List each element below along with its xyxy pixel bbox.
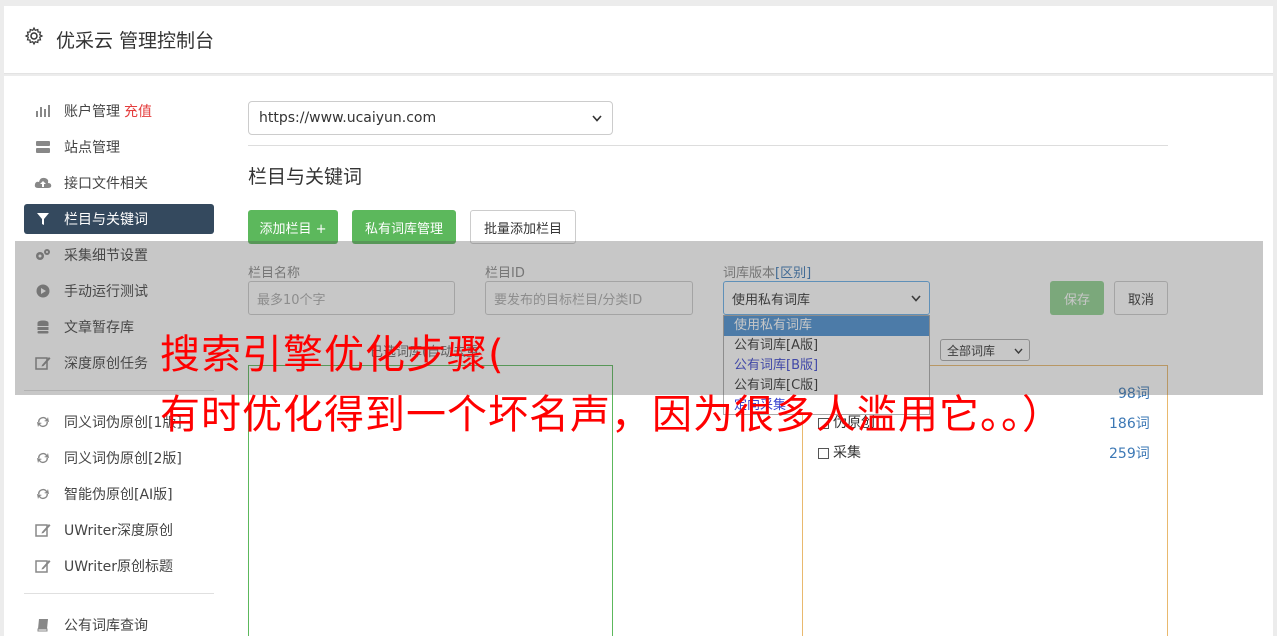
lib-name: 采集: [833, 445, 861, 461]
refresh-icon: [34, 485, 52, 503]
add-column-button[interactable]: 添加栏目 +: [248, 210, 338, 244]
sidebar-divider: [24, 593, 214, 594]
bar-chart-icon: [34, 102, 52, 120]
sidebar-item-label: 公有词库查询: [64, 618, 148, 634]
sidebar-item-label: 智能伪原创[AI版]: [64, 487, 173, 503]
lib-count: 186词: [1109, 416, 1150, 432]
app-title: 优采云 管理控制台: [56, 30, 215, 52]
private-lib-button[interactable]: 私有词库管理: [352, 210, 456, 244]
sidebar-item-label: UWriter原创标题: [64, 559, 173, 575]
sidebar-item-label: 接口文件相关: [64, 176, 148, 192]
sidebar-item-interface[interactable]: 接口文件相关: [24, 168, 214, 198]
edit-icon: [34, 557, 52, 575]
sidebar-item-sites[interactable]: 站点管理: [24, 132, 214, 162]
filter-icon: [34, 210, 52, 228]
banner-line-2: 有时优化得到一个坏名声，因为很多人滥用它。。）: [160, 392, 1063, 438]
sidebar-item-label: 账户管理: [64, 104, 120, 120]
sidebar-item-ai-pseudo[interactable]: 智能伪原创[AI版]: [24, 479, 214, 509]
server-icon: [34, 138, 52, 156]
lib-count: 259词: [1109, 446, 1150, 462]
sidebar-item-label: 同义词伪原创[2版]: [64, 451, 182, 467]
chevron-down-icon: [592, 110, 602, 126]
book-icon: [34, 616, 52, 634]
cloud-upload-icon: [34, 174, 52, 192]
sidebar-item-account[interactable]: 账户管理 充值: [24, 96, 214, 126]
batch-add-column-button[interactable]: 批量添加栏目: [470, 210, 576, 244]
divider: [248, 145, 1168, 146]
sidebar-item-columns-keywords[interactable]: 栏目与关键词: [24, 204, 214, 234]
lib-item-collect[interactable]: 采集: [818, 442, 861, 462]
header-bar: 优采云 管理控制台: [4, 6, 1273, 74]
edit-icon: [34, 521, 52, 539]
sidebar-item-uwriter-deep[interactable]: UWriter深度原创: [24, 515, 214, 545]
sidebar-item-public-lib-query[interactable]: 公有词库查询: [24, 610, 214, 636]
checkbox[interactable]: [818, 447, 829, 459]
site-select[interactable]: https://www.ucaiyun.com: [248, 101, 613, 135]
recharge-link[interactable]: 充值: [124, 101, 152, 121]
sidebar-item-uwriter-title[interactable]: UWriter原创标题: [24, 551, 214, 581]
sidebar-item-synonym-2[interactable]: 同义词伪原创[2版]: [24, 443, 214, 473]
sidebar-item-label: UWriter深度原创: [64, 523, 173, 539]
section-title: 栏目与关键词: [248, 166, 363, 188]
sidebar-item-label: 栏目与关键词: [64, 212, 148, 228]
refresh-icon: [34, 449, 52, 467]
gear-icon: [24, 26, 44, 46]
sidebar-item-label: 站点管理: [64, 140, 120, 156]
banner-line-1: 搜索引擎优化步骤(: [160, 332, 505, 378]
site-select-value: https://www.ucaiyun.com: [259, 110, 437, 126]
refresh-icon: [34, 413, 52, 431]
